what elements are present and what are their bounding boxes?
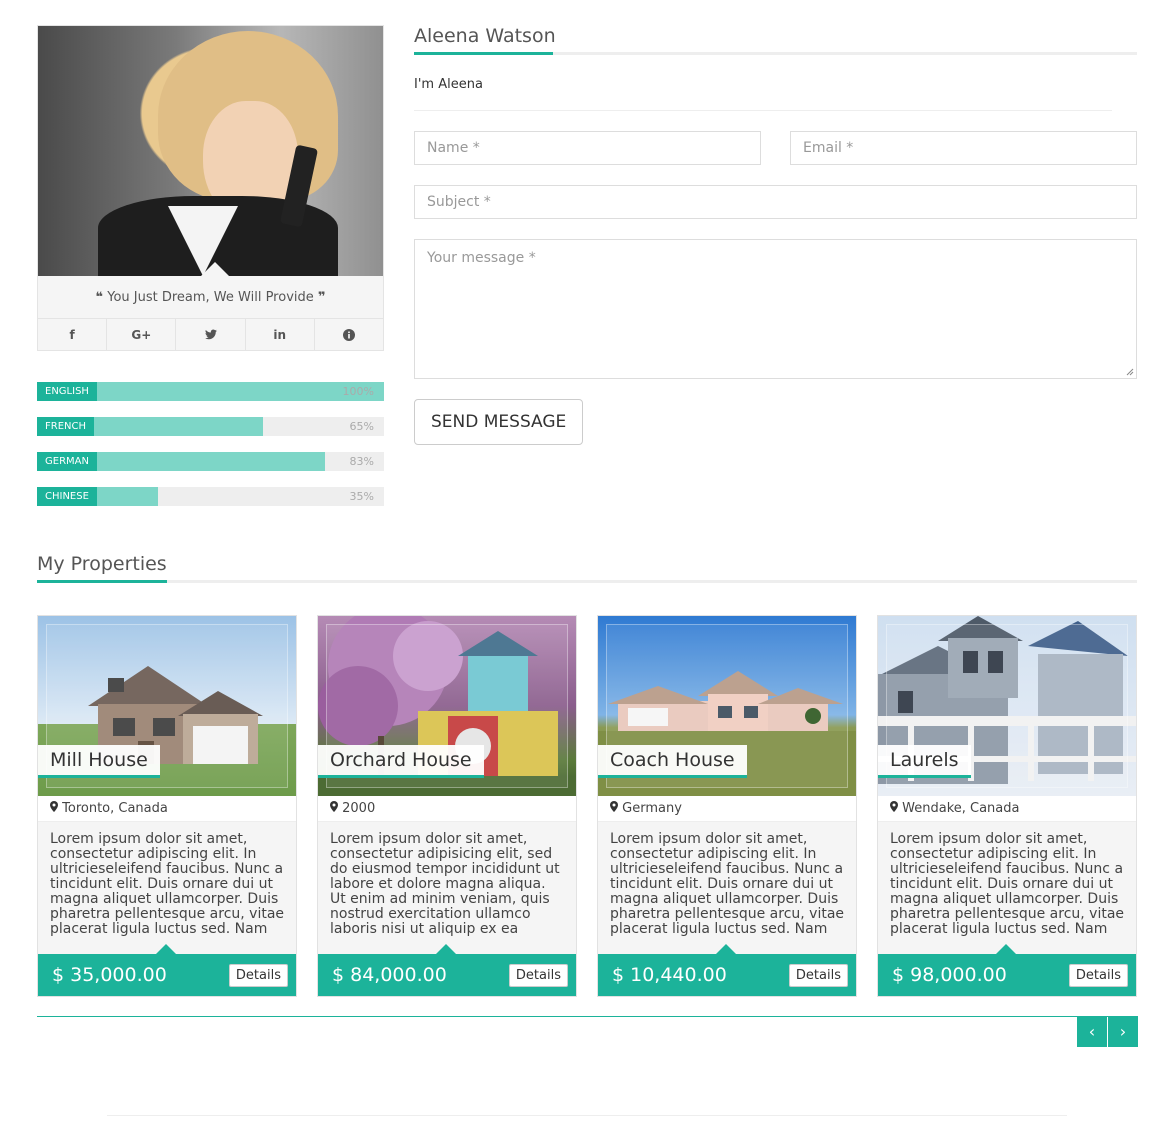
- linkedin-icon[interactable]: in: [246, 319, 315, 350]
- property-name[interactable]: Coach House: [598, 745, 747, 778]
- properties-heading: My Properties: [37, 553, 1137, 583]
- map-marker-icon: [890, 801, 898, 812]
- property-price: $ 10,440.00: [612, 964, 727, 986]
- property-footer: $ 84,000.00 Details: [318, 944, 576, 996]
- carousel-pager: ‹ ›: [1076, 1016, 1138, 1047]
- property-location-text: Wendake, Canada: [902, 801, 1020, 816]
- agent-intro: I'm Aleena: [414, 77, 1112, 111]
- skill-percent: 83%: [349, 455, 374, 468]
- map-marker-icon: [50, 801, 58, 812]
- property-price: $ 35,000.00: [52, 964, 167, 986]
- send-message-button[interactable]: SEND MESSAGE: [414, 399, 584, 445]
- property-card[interactable]: Coach House Germany Lorem ipsum dolor si…: [597, 615, 857, 997]
- resize-handle-icon[interactable]: [1126, 368, 1134, 376]
- message-placeholder: Your message *: [427, 250, 536, 266]
- property-name[interactable]: Orchard House: [318, 745, 484, 778]
- property-name[interactable]: Laurels: [878, 745, 971, 778]
- map-marker-icon: [330, 801, 338, 812]
- property-image[interactable]: Coach House: [598, 616, 856, 796]
- agent-name-heading: Aleena Watson: [414, 25, 1137, 55]
- property-image[interactable]: Mill House: [38, 616, 296, 796]
- property-card[interactable]: Laurels Wendake, Canada Lorem ipsum dolo…: [877, 615, 1137, 997]
- property-location: Wendake, Canada: [878, 796, 1136, 822]
- social-links: f G+ in: [38, 319, 383, 350]
- quote-close-icon: ❞: [317, 290, 326, 305]
- skill-percent: 35%: [349, 490, 374, 503]
- message-field[interactable]: Your message *: [414, 239, 1137, 379]
- prev-arrow-icon[interactable]: ‹: [1077, 1016, 1107, 1047]
- details-button[interactable]: Details: [1068, 963, 1128, 987]
- property-price: $ 98,000.00: [892, 964, 1007, 986]
- property-price: $ 84,000.00: [332, 964, 447, 986]
- details-button[interactable]: Details: [508, 963, 568, 987]
- skill-label: CHINESE: [37, 487, 97, 506]
- property-carousel: Mill House Toronto, Canada Lorem ipsum d…: [37, 615, 1137, 997]
- facebook-icon[interactable]: f: [38, 319, 108, 350]
- property-description: Lorem ipsum dolor sit amet, consectetur …: [598, 822, 856, 954]
- agent-photo: [38, 26, 383, 276]
- map-marker-icon: [610, 801, 618, 812]
- property-description: Lorem ipsum dolor sit amet, consectetur …: [38, 822, 296, 954]
- quote-open-icon: ❝: [95, 290, 104, 305]
- contact-section: Aleena Watson I'm Aleena Name * Email * …: [414, 25, 1137, 445]
- property-name[interactable]: Mill House: [38, 745, 160, 778]
- property-footer: $ 98,000.00 Details: [878, 944, 1136, 996]
- twitter-icon[interactable]: [176, 319, 246, 350]
- footer-divider: [107, 1115, 1067, 1116]
- next-arrow-icon[interactable]: ›: [1108, 1016, 1138, 1047]
- property-description: Lorem ipsum dolor sit amet, consectetur …: [318, 822, 576, 954]
- property-location: 2000: [318, 796, 576, 822]
- details-button[interactable]: Details: [788, 963, 848, 987]
- agent-card: ❝ You Just Dream, We Will Provide ❞ f G+…: [37, 25, 384, 351]
- property-location-text: Toronto, Canada: [62, 801, 168, 816]
- details-button[interactable]: Details: [228, 963, 288, 987]
- skill-label: FRENCH: [37, 417, 95, 436]
- property-location-text: 2000: [342, 801, 376, 816]
- name-field[interactable]: Name *: [414, 131, 761, 165]
- property-footer: $ 10,440.00 Details: [598, 944, 856, 996]
- agent-tagline: ❝ You Just Dream, We Will Provide ❞: [38, 276, 383, 319]
- property-location: Toronto, Canada: [38, 796, 296, 822]
- property-image[interactable]: Orchard House: [318, 616, 576, 796]
- properties-title: My Properties: [37, 553, 167, 575]
- skill-percent: 65%: [349, 420, 374, 433]
- property-location-text: Germany: [622, 801, 682, 816]
- property-image[interactable]: Laurels: [878, 616, 1136, 796]
- property-card[interactable]: Orchard House 2000 Lorem ipsum dolor sit…: [317, 615, 577, 997]
- property-card[interactable]: Mill House Toronto, Canada Lorem ipsum d…: [37, 615, 297, 997]
- agent-tagline-text: You Just Dream, We Will Provide: [107, 290, 314, 305]
- email-field[interactable]: Email *: [790, 131, 1137, 165]
- agent-name: Aleena Watson: [414, 25, 556, 47]
- property-footer: $ 35,000.00 Details: [38, 944, 296, 996]
- skill-label: ENGLISH: [37, 382, 97, 401]
- skill-label: GERMAN: [37, 452, 97, 471]
- skill-percent: 100%: [342, 385, 374, 398]
- skill-bar-english: ENGLISH 100%: [37, 382, 384, 401]
- google-plus-icon[interactable]: G+: [107, 319, 177, 350]
- property-description: Lorem ipsum dolor sit amet, consectetur …: [878, 822, 1136, 954]
- carousel-divider: [37, 1016, 1137, 1017]
- skill-bar-german: GERMAN 83%: [37, 452, 384, 471]
- language-skills: ENGLISH 100% FRENCH 65% GERMAN 83% CHINE…: [37, 382, 384, 522]
- subject-field[interactable]: Subject *: [414, 185, 1137, 219]
- skill-bar-chinese: CHINESE 35%: [37, 487, 384, 506]
- info-icon[interactable]: [315, 319, 383, 350]
- skill-bar-french: FRENCH 65%: [37, 417, 384, 436]
- property-location: Germany: [598, 796, 856, 822]
